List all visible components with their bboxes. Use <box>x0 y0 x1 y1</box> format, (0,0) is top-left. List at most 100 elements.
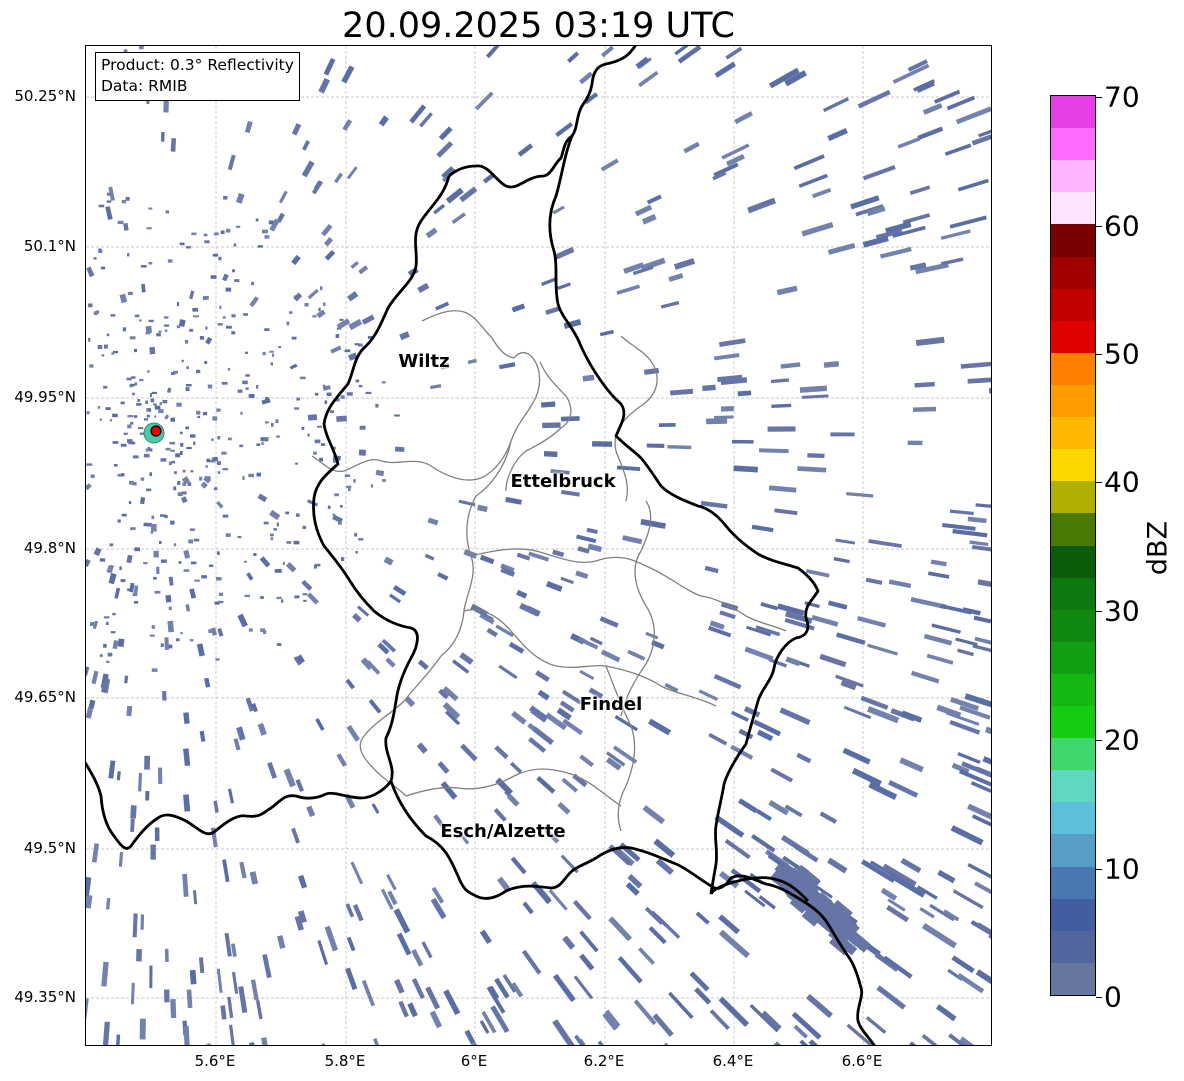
echo-cell <box>755 808 772 822</box>
echo-cell <box>130 805 137 819</box>
echo-cell <box>175 638 180 642</box>
echo-cell <box>743 706 761 718</box>
echo-cell <box>86 558 91 567</box>
echo-cell <box>183 794 191 812</box>
echo-cell <box>479 554 495 565</box>
echo-cell <box>779 707 811 726</box>
echo-cell <box>799 385 828 393</box>
echo-cell <box>888 872 926 898</box>
echo-cell <box>154 405 161 410</box>
echo-cell <box>164 414 170 420</box>
echo-cell <box>865 1016 887 1034</box>
echo-cell <box>285 562 297 573</box>
echo-cell <box>277 935 286 949</box>
echo-cell <box>151 515 155 520</box>
echo-cell <box>175 453 181 458</box>
colorbar-tick-mark <box>1096 226 1102 227</box>
echo-cell <box>239 444 244 448</box>
echo-cell <box>220 1005 227 1020</box>
colorbar-tick-label: 40 <box>1104 465 1140 499</box>
echo-cell <box>191 232 197 236</box>
echo-cell <box>154 827 160 841</box>
echo-cell <box>86 894 93 909</box>
echo-cell <box>112 413 118 418</box>
echo-cell <box>236 225 241 228</box>
echo-cell <box>868 539 902 548</box>
echo-cell <box>917 126 944 141</box>
colorbar-segment <box>1051 770 1095 803</box>
echo-cell <box>165 210 170 214</box>
echo-cell <box>120 443 127 447</box>
echo-cell <box>957 648 975 657</box>
echo-cell <box>149 472 153 476</box>
echo-cell <box>165 447 171 451</box>
echo-cell <box>901 710 923 723</box>
echo-cell <box>984 726 991 742</box>
echo-cell <box>307 288 319 300</box>
echo-cell <box>842 747 871 765</box>
colorbar-segment <box>1051 738 1095 771</box>
echo-cell <box>411 948 424 967</box>
echo-cell <box>105 407 111 411</box>
echo-cell <box>575 570 589 579</box>
echo-cell <box>227 367 231 371</box>
city-label-wiltz: Wiltz <box>398 351 450 372</box>
echo-cell <box>437 572 449 581</box>
echo-cell <box>949 509 974 516</box>
echo-cell <box>240 411 243 415</box>
echo-cell <box>208 564 214 567</box>
echo-cell <box>255 999 263 1020</box>
echo-cell <box>110 314 116 317</box>
echo-cell <box>627 649 646 661</box>
echo-cell <box>148 261 153 265</box>
echo-cell <box>88 337 91 342</box>
echo-cell <box>291 827 300 844</box>
echo-cell <box>260 596 264 599</box>
echo-cell <box>134 547 140 552</box>
echo-cell <box>153 550 159 558</box>
echo-cell <box>280 599 284 603</box>
echo-cell <box>355 551 358 554</box>
echo-cell <box>238 986 248 1014</box>
echo-cell <box>660 300 680 309</box>
echo-cell <box>143 562 148 565</box>
echo-cell <box>215 577 222 581</box>
echo-cell <box>494 745 509 760</box>
echo-cell <box>185 426 190 430</box>
echo-cell <box>121 513 127 517</box>
radar-map[interactable]: Product: 0.3° Reflectivity Data: RMIB <box>85 45 992 1046</box>
echo-cell <box>599 616 619 628</box>
echo-cell <box>223 195 228 200</box>
echo-cell <box>289 311 293 314</box>
echo-cell <box>407 1002 418 1018</box>
echo-cell <box>573 975 594 1000</box>
echo-cell <box>293 540 300 545</box>
echo-cell <box>459 652 474 665</box>
echo-cell <box>225 287 232 292</box>
echo-cell <box>276 596 282 600</box>
echo-cell <box>99 654 103 657</box>
echo-cell <box>910 670 940 684</box>
echo-cell <box>243 313 248 316</box>
echo-cell <box>795 844 819 863</box>
echo-cell <box>522 901 534 915</box>
echo-cell <box>87 303 93 308</box>
echo-cell <box>749 1003 779 1033</box>
echo-cell <box>386 874 397 891</box>
radar-echoes <box>86 46 991 1045</box>
echo-cell <box>516 589 528 599</box>
echo-cell <box>368 698 382 714</box>
echo-cell <box>673 258 696 270</box>
echo-cell <box>862 235 889 248</box>
data-source-label: Data: RMIB <box>101 77 188 95</box>
echo-cell <box>857 616 887 628</box>
echo-cell <box>203 233 208 237</box>
echo-cell <box>138 772 143 792</box>
echo-cell <box>126 705 133 717</box>
echo-cell <box>198 957 205 974</box>
echo-cell <box>336 415 348 422</box>
echo-cell <box>169 441 176 445</box>
echo-cell <box>211 438 214 441</box>
canton-border <box>614 335 658 502</box>
echo-cell <box>334 172 344 184</box>
